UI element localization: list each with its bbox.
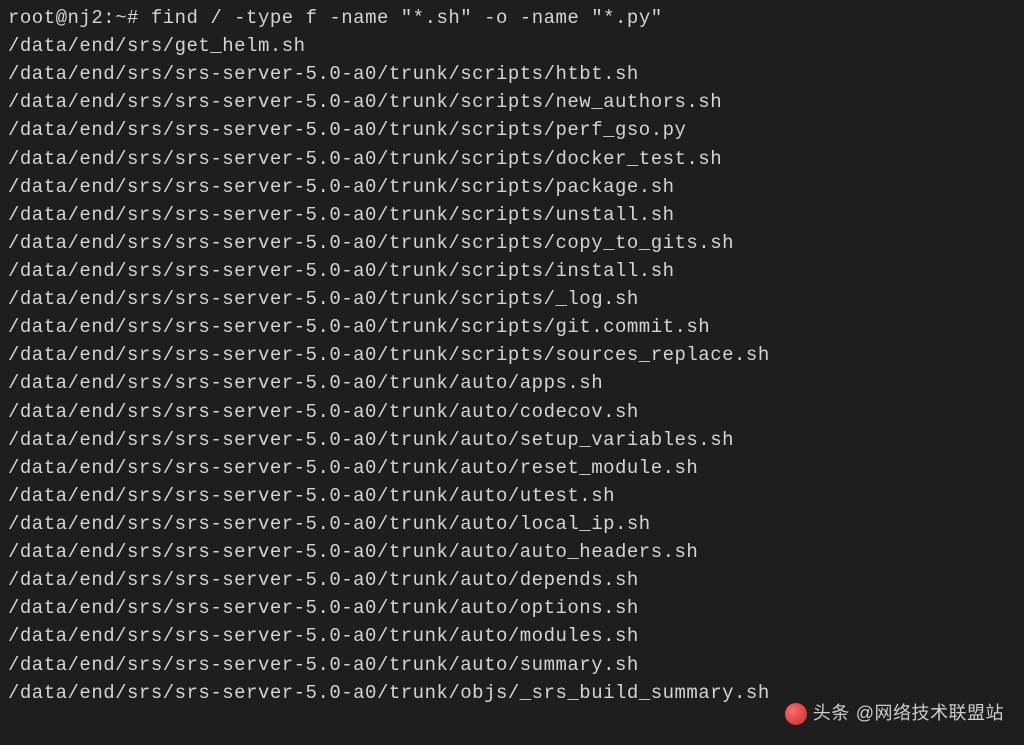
watermark-text: @网络技术联盟站: [856, 700, 1004, 727]
output-line: /data/end/srs/srs-server-5.0-a0/trunk/au…: [8, 538, 1016, 566]
output-line: /data/end/srs/srs-server-5.0-a0/trunk/sc…: [8, 313, 1016, 341]
output-line: /data/end/srs/srs-server-5.0-a0/trunk/sc…: [8, 229, 1016, 257]
output-line: /data/end/srs/srs-server-5.0-a0/trunk/au…: [8, 651, 1016, 679]
output-line: /data/end/srs/srs-server-5.0-a0/trunk/au…: [8, 594, 1016, 622]
output-line: /data/end/srs/srs-server-5.0-a0/trunk/sc…: [8, 341, 1016, 369]
output-line: /data/end/srs/srs-server-5.0-a0/trunk/sc…: [8, 257, 1016, 285]
terminal-output: /data/end/srs/get_helm.sh/data/end/srs/s…: [8, 32, 1016, 707]
output-line: /data/end/srs/srs-server-5.0-a0/trunk/sc…: [8, 201, 1016, 229]
output-line: /data/end/srs/srs-server-5.0-a0/trunk/sc…: [8, 145, 1016, 173]
output-line: /data/end/srs/srs-server-5.0-a0/trunk/sc…: [8, 88, 1016, 116]
output-line: /data/end/srs/srs-server-5.0-a0/trunk/au…: [8, 566, 1016, 594]
output-line: /data/end/srs/srs-server-5.0-a0/trunk/sc…: [8, 285, 1016, 313]
output-line: /data/end/srs/srs-server-5.0-a0/trunk/au…: [8, 454, 1016, 482]
terminal[interactable]: root@nj2:~# find / -type f -name "*.sh" …: [8, 4, 1016, 707]
prompt-user-host: root@nj2: [8, 7, 103, 29]
output-line: /data/end/srs/srs-server-5.0-a0/trunk/sc…: [8, 116, 1016, 144]
command-text: find / -type f -name "*.sh" -o -name "*.…: [151, 7, 663, 29]
output-line: /data/end/srs/srs-server-5.0-a0/trunk/au…: [8, 369, 1016, 397]
output-line: /data/end/srs/srs-server-5.0-a0/trunk/au…: [8, 622, 1016, 650]
output-line: /data/end/srs/srs-server-5.0-a0/trunk/au…: [8, 398, 1016, 426]
output-line: /data/end/srs/srs-server-5.0-a0/trunk/au…: [8, 426, 1016, 454]
output-line: /data/end/srs/srs-server-5.0-a0/trunk/sc…: [8, 173, 1016, 201]
output-line: /data/end/srs/srs-server-5.0-a0/trunk/au…: [8, 510, 1016, 538]
prompt-symbol: #: [127, 7, 139, 29]
watermark-prefix: 头条: [813, 700, 850, 727]
output-line: /data/end/srs/get_helm.sh: [8, 32, 1016, 60]
toutiao-icon: [785, 703, 807, 725]
output-line: /data/end/srs/srs-server-5.0-a0/trunk/au…: [8, 482, 1016, 510]
output-line: /data/end/srs/srs-server-5.0-a0/trunk/sc…: [8, 60, 1016, 88]
prompt-colon: :: [103, 7, 115, 29]
watermark: 头条 @网络技术联盟站: [785, 700, 1004, 727]
prompt-path: ~: [115, 7, 127, 29]
